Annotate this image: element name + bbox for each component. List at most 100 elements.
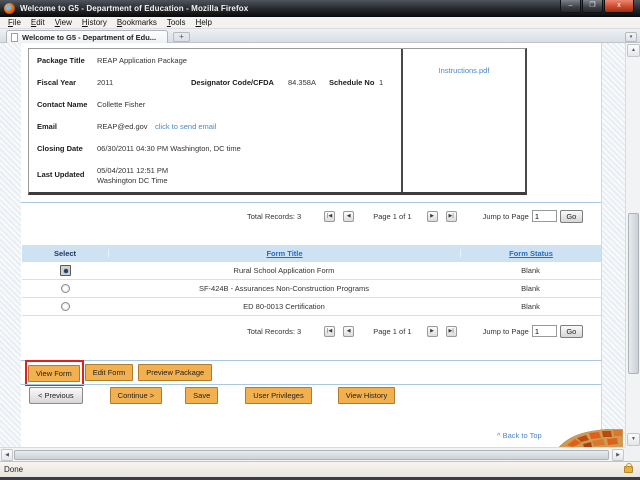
package-title-value: REAP Application Package [97,56,187,65]
status-text: Done [4,465,24,474]
divider [21,384,601,385]
closing-date-label: Closing Date [37,144,83,153]
menu-tools[interactable]: Tools [162,18,191,27]
list-tabs-button[interactable]: ▾ [625,32,637,42]
forms-table: Select Form Title Form Status Rural Scho… [22,245,601,316]
schedule-value: 1 [379,78,384,87]
tab-welcome-g5[interactable]: Welcome to G5 - Department of Edu... [6,30,168,43]
status-bar: Done [0,461,640,477]
jump-to-page-label: Jump to Page [482,326,529,336]
pagination-bottom: Total Records: 3 |◀ ◀ Page 1 of 1 ▶ ▶| J… [21,324,601,338]
page-icon [11,32,18,42]
scrollbar-corner [625,447,640,461]
next-page-button[interactable]: ▶ [426,325,438,337]
table-row: Rural School Application Form Blank [22,262,601,280]
menu-history[interactable]: History [77,18,112,27]
jump-to-page-input[interactable] [531,325,557,337]
package-title-label: Package Title [37,56,85,65]
form-status-cell: Blank [521,302,540,311]
send-email-link[interactable]: click to send email [155,122,216,131]
browser-window: Welcome to G5 - Department of Education … [0,0,640,480]
next-page-button[interactable]: ▶ [426,210,438,222]
select-radio-sf424b[interactable] [60,284,70,294]
scroll-left-icon[interactable]: ◀ [1,449,13,461]
page-viewport: Package Title REAP Application Package F… [0,43,625,447]
save-button[interactable]: Save [185,386,219,404]
preview-package-button[interactable]: Preview Package [138,363,213,381]
g5-corner-graphic [559,429,623,447]
fiscal-year-value: 2011 [97,78,114,87]
last-page-button[interactable]: ▶| [445,210,457,222]
table-row: SF-424B - Assurances Non-Construction Pr… [22,280,601,298]
minimize-button[interactable]: – [560,0,581,13]
tab-bar: Welcome to G5 - Department of Edu... + ▾ [0,29,640,43]
schedule-label: Schedule No [329,78,375,87]
header-form-status[interactable]: Form Status [509,249,553,258]
pagination-top: Total Records: 3 |◀ ◀ Page 1 of 1 ▶ ▶| J… [21,209,601,223]
close-button[interactable]: x [604,0,634,13]
continue-button[interactable]: Continue > [109,386,163,404]
menu-bookmarks[interactable]: Bookmarks [112,18,162,27]
jump-to-page-input[interactable] [531,210,557,222]
form-title-cell: ED 80-0013 Certification [243,302,325,311]
go-button[interactable]: Go [559,324,583,338]
page-indicator: Page 1 of 1 [373,326,412,336]
view-form-button[interactable]: View Form [28,364,80,382]
menu-file[interactable]: File [3,18,26,27]
total-records: Total Records: 3 [247,326,302,336]
page-content: Package Title REAP Application Package F… [21,43,602,447]
divider [21,202,601,203]
last-updated-label: Last Updated [37,170,85,179]
horizontal-scroll-thumb[interactable] [14,450,609,460]
select-radio-rural-school[interactable] [59,265,71,276]
form-status-cell: Blank [521,284,540,293]
view-history-button[interactable]: View History [337,386,396,404]
vertical-scrollbar[interactable]: ▲ ▼ [625,43,640,447]
table-header-row: Select Form Title Form Status [22,245,601,262]
first-page-button[interactable]: |◀ [324,210,336,222]
vertical-scroll-thumb[interactable] [628,212,639,375]
last-updated-line1: 05/04/2011 12:51 PM [97,166,169,175]
email-value: REAP@ed.gov [97,122,148,131]
first-page-button[interactable]: |◀ [324,325,336,337]
page-indicator: Page 1 of 1 [373,211,412,221]
menu-edit[interactable]: Edit [26,18,50,27]
divider [21,360,601,361]
instructions-pdf-link[interactable]: Instructions.pdf [439,66,490,75]
email-label: Email [37,122,58,131]
new-tab-button[interactable]: + [173,32,190,42]
horizontal-scrollbar[interactable]: ◀ ▶ [0,447,625,461]
prev-page-button[interactable]: ◀ [343,325,355,337]
previous-button[interactable]: < Previous [29,386,83,404]
select-radio-ed80-0013[interactable] [60,302,70,312]
navigation-actions-row: < Previous Continue > Save User Privileg… [21,386,601,404]
total-records: Total Records: 3 [247,211,302,221]
jump-to-page-label: Jump to Page [482,211,529,221]
user-privileges-button[interactable]: User Privileges [245,386,312,404]
package-details-box: Package Title REAP Application Package F… [28,48,527,195]
prev-page-button[interactable]: ◀ [343,210,355,222]
contact-name-label: Contact Name [37,100,88,109]
scroll-up-icon[interactable]: ▲ [627,44,640,57]
designator-value: 84.358A [288,78,316,87]
last-updated-line2: Washington DC Time [97,176,168,185]
header-form-title[interactable]: Form Title [266,249,302,258]
back-to-top-link[interactable]: ^ Back to Top [497,431,542,440]
title-bar: Welcome to G5 - Department of Education … [0,0,640,17]
scroll-right-icon[interactable]: ▶ [612,449,624,461]
fiscal-year-label: Fiscal Year [37,78,77,87]
go-button[interactable]: Go [559,209,583,223]
menu-view[interactable]: View [50,18,77,27]
form-title-cell: SF-424B - Assurances Non-Construction Pr… [198,284,370,293]
menu-help[interactable]: Help [191,18,217,27]
contact-name-value: Collette Fisher [97,100,146,109]
window-title: Welcome to G5 - Department of Education … [20,4,249,13]
scroll-down-icon[interactable]: ▼ [627,433,640,446]
instructions-panel: Instructions.pdf [403,49,525,192]
edit-form-button[interactable]: Edit Form [84,363,134,381]
menu-bar: File Edit View History Bookmarks Tools H… [0,17,640,29]
last-page-button[interactable]: ▶| [445,325,457,337]
maximize-button[interactable]: ❐ [582,0,603,13]
header-select: Select [53,249,77,258]
table-row: ED 80-0013 Certification Blank [22,298,601,316]
